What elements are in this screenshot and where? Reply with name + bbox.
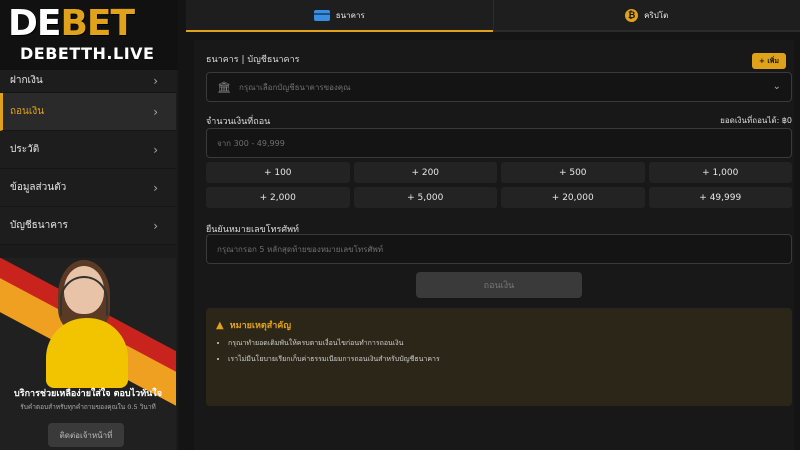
- withdrawable-balance: ยอดเงินที่ถอนได้: ฿0: [720, 116, 792, 125]
- notice-item: กรุณาทำยอดเดิมพันให้ครบตามเงื่อนไขก่อนทำ…: [228, 338, 440, 349]
- chevron-right-icon: ›: [153, 104, 158, 119]
- quick-amount-button[interactable]: + 2,000: [206, 187, 350, 208]
- contact-support-button[interactable]: ติดต่อเจ้าหน้าที่: [48, 423, 124, 447]
- quick-amount-button[interactable]: + 1,000: [648, 162, 792, 183]
- sidebar-item-label: ข้อมูลส่วนตัว: [10, 182, 67, 193]
- notice-title: ▲ หมายเหตุสำคัญ: [216, 318, 291, 332]
- bank-account-placeholder: กรุณาเลือกบัญชีธนาคารของคุณ: [238, 82, 351, 92]
- bitcoin-icon: ₿: [625, 8, 639, 22]
- tab-bank[interactable]: ธนาคาร: [186, 0, 493, 32]
- sidebar-item-profile[interactable]: ข้อมูลส่วนตัว ›: [0, 169, 176, 207]
- bank-account-label: ธนาคาร | บัญชีธนาคาร: [206, 55, 300, 65]
- quick-amount-button[interactable]: + 500: [501, 162, 645, 183]
- phone-digits-input[interactable]: กรุณากรอก 5 หลักสุดท้ายของหมายเลขโทรศัพท…: [206, 234, 792, 264]
- quick-amount-button[interactable]: + 200: [353, 162, 497, 183]
- tab-crypto[interactable]: ₿ คริปโต: [492, 0, 800, 32]
- sidebar-item-bank-account[interactable]: บัญชีธนาคาร ›: [0, 207, 176, 245]
- phone-digits-placeholder: กรุณากรอก 5 หลักสุดท้ายของหมายเลขโทรศัพท…: [217, 244, 384, 254]
- logo-wordmark: DEBET: [8, 3, 135, 44]
- logo-domain: DEBETTH.LIVE: [20, 44, 155, 63]
- notice-title-text: หมายเหตุสำคัญ: [229, 321, 291, 331]
- notice-item: เราไม่มีนโยบายเรียกเก็บค่าธรรมเนียมการถอ…: [228, 354, 440, 365]
- withdraw-amount-input[interactable]: จาก 300 - 49,999: [206, 128, 792, 158]
- important-notice: ▲ หมายเหตุสำคัญ กรุณาทำยอดเดิมพันให้ครบต…: [206, 308, 792, 406]
- tab-label: คริปโต: [644, 10, 669, 20]
- main-content: ธนาคาร ₿ คริปโต ธนาคาร | บัญชีธนาคาร + เ…: [186, 0, 800, 450]
- brand-logo[interactable]: DEBET DEBETTH.LIVE: [0, 0, 178, 70]
- sidebar-menu: ฝากเงิน › ถอนเงิน › ประวัติ › ข้อมูลส่วน…: [0, 55, 176, 245]
- chevron-right-icon: ›: [153, 73, 158, 88]
- support-agent-body: [46, 318, 128, 388]
- withdraw-form: ธนาคาร | บัญชีธนาคาร + เพิ่ม 🏛 กรุณาเลือ…: [194, 40, 794, 450]
- sidebar-item-history[interactable]: ประวัติ ›: [0, 131, 176, 169]
- withdraw-submit-button[interactable]: ถอนเงิน: [416, 272, 582, 298]
- quick-amount-button[interactable]: + 5,000: [353, 187, 497, 208]
- sidebar-item-label: ถอนเงิน: [10, 106, 45, 117]
- chevron-right-icon: ›: [153, 180, 158, 195]
- quick-amount-grid: + 100 + 200 + 500 + 1,000 + 2,000 + 5,00…: [206, 162, 792, 208]
- notice-list: กรุณาทำยอดเดิมพันให้ครบตามเงื่อนไขก่อนทำ…: [228, 338, 440, 370]
- warning-icon: ▲: [216, 319, 224, 331]
- quick-amount-button[interactable]: + 100: [206, 162, 350, 183]
- chevron-right-icon: ›: [153, 142, 158, 157]
- sidebar-item-label: บัญชีธนาคาร: [10, 220, 68, 231]
- add-bank-account-button[interactable]: + เพิ่ม: [752, 53, 786, 69]
- headset-icon: [60, 276, 108, 316]
- quick-amount-button[interactable]: + 49,999: [648, 187, 792, 208]
- support-title: บริการช่วยเหลือง่ายใส่ใจ ตอบไวทันใจ: [14, 389, 162, 399]
- sidebar-item-label: ฝากเงิน: [10, 75, 43, 86]
- tab-label: ธนาคาร: [335, 10, 365, 20]
- withdraw-amount-label: จำนวนเงินที่ถอน: [206, 117, 271, 127]
- support-banner: บริการช่วยเหลือง่ายใส่ใจ ตอบไวทันใจ รับค…: [0, 258, 176, 450]
- chevron-right-icon: ›: [153, 218, 158, 233]
- withdraw-amount-placeholder: จาก 300 - 49,999: [217, 138, 285, 148]
- support-subtitle: รับคำตอบสำหรับทุกคำถามของคุณใน 0.5 วินาท…: [20, 403, 156, 411]
- bank-card-icon: [313, 9, 330, 21]
- bank-icon: 🏛: [217, 80, 231, 94]
- bank-account-select[interactable]: 🏛 กรุณาเลือกบัญชีธนาคารของคุณ ⌄: [206, 72, 792, 102]
- sidebar-item-withdraw[interactable]: ถอนเงิน ›: [0, 93, 176, 131]
- chevron-down-icon: ⌄: [772, 81, 781, 92]
- payment-method-tabs: ธนาคาร ₿ คริปโต: [186, 0, 800, 32]
- sidebar-item-label: ประวัติ: [10, 144, 40, 155]
- quick-amount-button[interactable]: + 20,000: [501, 187, 645, 208]
- sidebar: DEBET DEBETTH.LIVE ฝากเงิน › ถอนเงิน › ป…: [0, 0, 178, 450]
